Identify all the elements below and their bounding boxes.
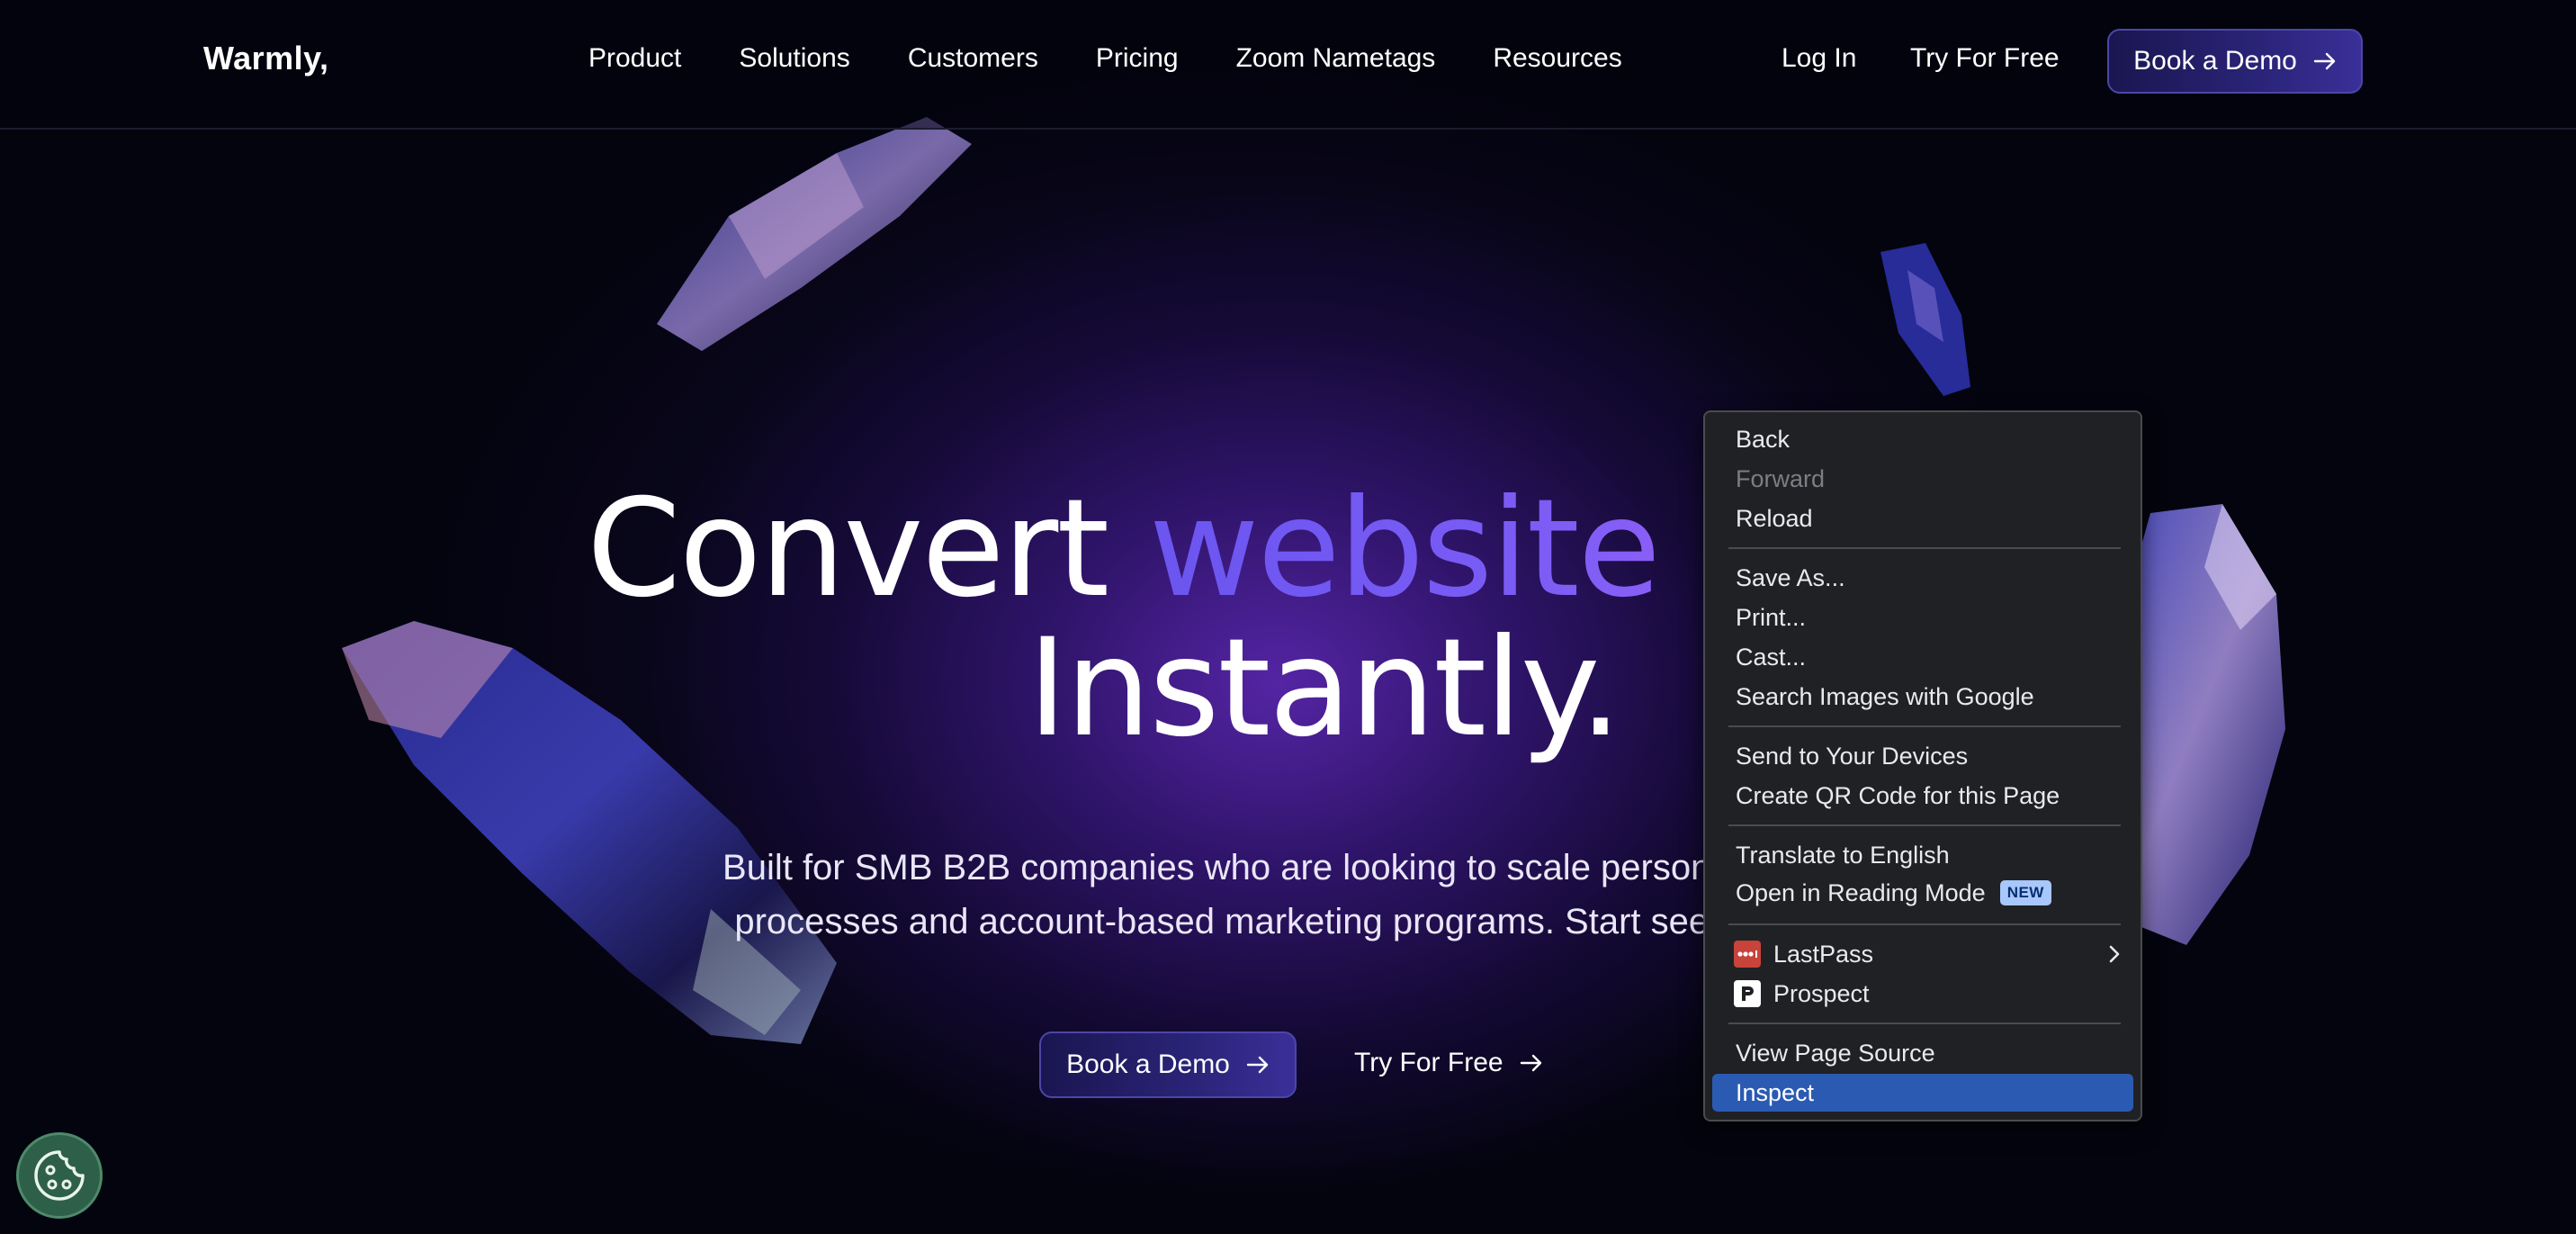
context-menu-forward: Forward: [1736, 464, 1826, 492]
context-menu-separator: [1728, 1022, 2121, 1024]
context-menu-prospect[interactable]: Prospect: [1712, 975, 2133, 1013]
hero-try-free-link[interactable]: Try For Free: [1354, 1048, 1543, 1078]
context-menu-separator: [1728, 547, 2121, 549]
nav-link-product[interactable]: Product: [588, 43, 681, 74]
arrow-right-icon: [2313, 52, 2336, 70]
context-menu-separator: [1728, 725, 2121, 727]
context-menu-search-images[interactable]: Search Images with Google: [1712, 678, 2133, 716]
page: Warmly, Product Solutions Customers Pric…: [0, 0, 2576, 1234]
nav-book-demo-label: Book a Demo: [2133, 46, 2297, 76]
hero-book-demo-label: Book a Demo: [1066, 1049, 1230, 1079]
nav-link-pricing[interactable]: Pricing: [1096, 43, 1179, 74]
context-menu-view-source[interactable]: View Page Source: [1712, 1034, 2133, 1072]
context-menu-send-devices[interactable]: Send to Your Devices: [1712, 737, 2133, 775]
context-menu-lastpass-label: LastPass: [1773, 940, 1874, 968]
arrow-right-icon: [1520, 1054, 1541, 1072]
context-menu-save-as[interactable]: Save As...: [1712, 559, 2133, 597]
nav-link-resources[interactable]: Resources: [1493, 43, 1621, 74]
cookie-icon: [34, 1150, 85, 1201]
context-menu-print[interactable]: Print...: [1712, 599, 2133, 636]
context-menu-separator: [1728, 824, 2121, 826]
context-menu-cast[interactable]: Cast...: [1712, 638, 2133, 676]
context-menu-translate[interactable]: Translate to English: [1712, 836, 2133, 874]
context-menu-qr-code[interactable]: Create QR Code for this Page: [1712, 777, 2133, 815]
nav-try-free-link[interactable]: Try For Free: [1910, 43, 2060, 74]
cookie-settings-button[interactable]: [16, 1132, 103, 1219]
lastpass-icon: [1734, 941, 1761, 968]
login-link[interactable]: Log In: [1782, 43, 1856, 74]
nav-book-demo-button[interactable]: Book a Demo: [2107, 29, 2363, 94]
context-menu-reload[interactable]: Reload: [1712, 500, 2133, 537]
context-menu-lastpass[interactable]: LastPass: [1712, 935, 2133, 973]
context-menu-reading-mode-label: Open in Reading Mode: [1736, 878, 1986, 906]
context-menu-reading-mode[interactable]: Open in Reading Mode NEW: [1712, 874, 2133, 912]
browser-context-menu: Back Forward Reload Save As... Print... …: [1703, 410, 2142, 1121]
hero-book-demo-button[interactable]: Book a Demo: [1039, 1031, 1297, 1098]
warmly-logo[interactable]: Warmly,: [203, 40, 329, 77]
top-navigation: Warmly, Product Solutions Customers Pric…: [0, 0, 2576, 130]
hero-try-free-label: Try For Free: [1354, 1048, 1503, 1077]
nav-links: Product Solutions Customers Pricing Zoom…: [588, 43, 1622, 74]
context-menu-back[interactable]: Back: [1712, 420, 2133, 458]
prospect-icon: [1734, 980, 1761, 1007]
nav-link-zoom-nametags[interactable]: Zoom Nametags: [1236, 43, 1436, 74]
nav-link-customers[interactable]: Customers: [908, 43, 1038, 74]
new-badge: NEW: [1999, 880, 2051, 905]
context-menu-separator: [1728, 923, 2121, 925]
hero-headline-word: Convert: [587, 471, 1109, 627]
hero-headline-line-2: Instantly.: [1028, 610, 1622, 767]
context-menu-prospect-label: Prospect: [1773, 979, 1870, 1007]
crystal-decoration-top-right: [1880, 243, 1970, 396]
context-menu-inspect[interactable]: Inspect: [1712, 1074, 2133, 1112]
nav-link-solutions[interactable]: Solutions: [739, 43, 849, 74]
hero-headline-line-1: Convert website vis: [587, 468, 1884, 630]
arrow-right-icon: [1246, 1056, 1269, 1074]
chevron-right-icon: [2109, 945, 2120, 963]
